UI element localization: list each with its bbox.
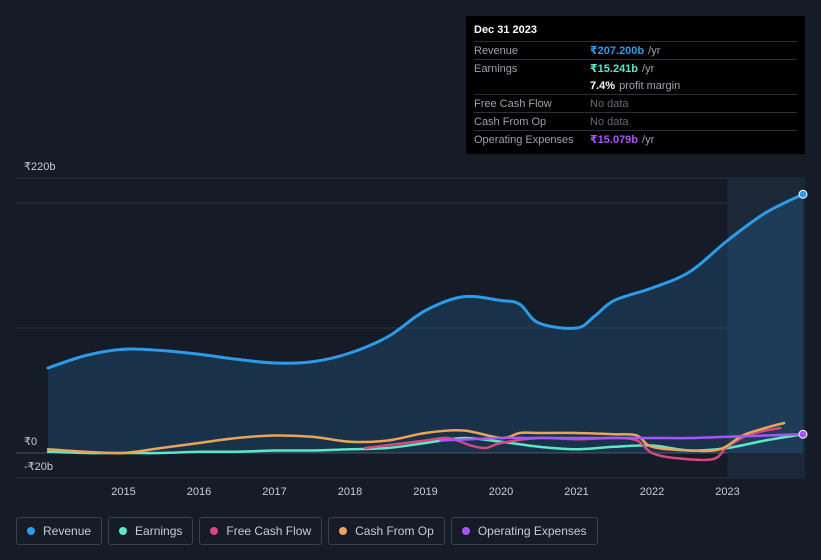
revenue-end-marker — [798, 189, 808, 199]
tooltip-row: 7.4% profit margin — [474, 77, 797, 94]
tooltip-date: Dec 31 2023 — [474, 24, 537, 36]
legend-label: Free Cash Flow — [226, 524, 312, 538]
revenue-area — [48, 194, 803, 453]
tooltip-row-unit: profit margin — [619, 79, 681, 92]
legend-dot-icon — [119, 527, 128, 535]
legend-item-operating-expenses[interactable]: Operating Expenses — [450, 517, 598, 545]
x-tick-label: 2021 — [564, 486, 588, 498]
legend-dot-icon — [461, 527, 470, 535]
y-tick-label: ₹0 — [24, 436, 37, 448]
x-tick-label: 2015 — [111, 486, 135, 498]
tooltip-row: Earnings ₹15.241b/yr — [474, 59, 797, 77]
legend-label: Revenue — [43, 524, 92, 538]
tooltip-row: Cash From Op No data — [474, 112, 797, 130]
y-tick-label: ₹220b — [24, 161, 55, 173]
legend-item-earnings[interactable]: Earnings — [108, 517, 194, 545]
x-tick-label: 2022 — [640, 486, 664, 498]
legend-dot-icon — [339, 527, 348, 535]
x-tick-label: 2023 — [715, 486, 739, 498]
chart-legend: Revenue Earnings Free Cash Flow Cash From O… — [16, 517, 598, 545]
tooltip-row-value: ₹15.241b — [590, 63, 639, 75]
x-tick-label: 2017 — [262, 486, 286, 498]
tooltip-row-value: 7.4% — [590, 79, 616, 92]
legend-dot-icon — [210, 527, 219, 535]
legend-item-cash-from-op[interactable]: Cash From Op — [328, 517, 445, 545]
tooltip-row-unit: /yr — [648, 44, 661, 57]
legend-item-free-cash-flow[interactable]: Free Cash Flow — [199, 517, 323, 545]
tooltip-row: Revenue ₹207.200b/yr — [474, 41, 797, 59]
legend-label: Cash From Op — [355, 524, 434, 538]
legend-label: Earnings — [135, 524, 183, 538]
legend-label: Operating Expenses — [477, 524, 587, 538]
tooltip-row-value: No data — [590, 115, 629, 128]
tooltip-row: Operating Expenses ₹15.079b/yr — [474, 130, 797, 148]
x-tick-label: 2019 — [413, 486, 437, 498]
tooltip-row-value: ₹15.079b — [590, 134, 639, 146]
x-tick-label: 2018 — [338, 486, 362, 498]
tooltip-row-label: Operating Expenses — [474, 133, 574, 146]
data-tooltip: Dec 31 2023 Revenue ₹207.200b/yr Earnings ₹… — [466, 16, 805, 154]
operating-expenses-end-marker — [798, 429, 808, 439]
tooltip-row-value: ₹207.200b — [590, 45, 645, 57]
legend-item-revenue[interactable]: Revenue — [16, 517, 103, 545]
tooltip-row-label: Free Cash Flow — [474, 97, 552, 110]
tooltip-row-unit: /yr — [642, 62, 655, 75]
y-tick-label: -₹20b — [24, 461, 53, 473]
tooltip-row-label: Revenue — [474, 44, 519, 57]
tooltip-row-unit: /yr — [642, 133, 655, 146]
tooltip-row: Free Cash Flow No data — [474, 94, 797, 112]
x-tick-label: 2016 — [187, 486, 211, 498]
tooltip-row-value: No data — [590, 97, 629, 110]
legend-dot-icon — [27, 527, 35, 535]
revenue-area — [48, 194, 803, 453]
x-tick-label: 2020 — [489, 486, 513, 498]
tooltip-row-label: Earnings — [474, 62, 518, 75]
tooltip-row-label: Cash From Op — [474, 115, 547, 128]
